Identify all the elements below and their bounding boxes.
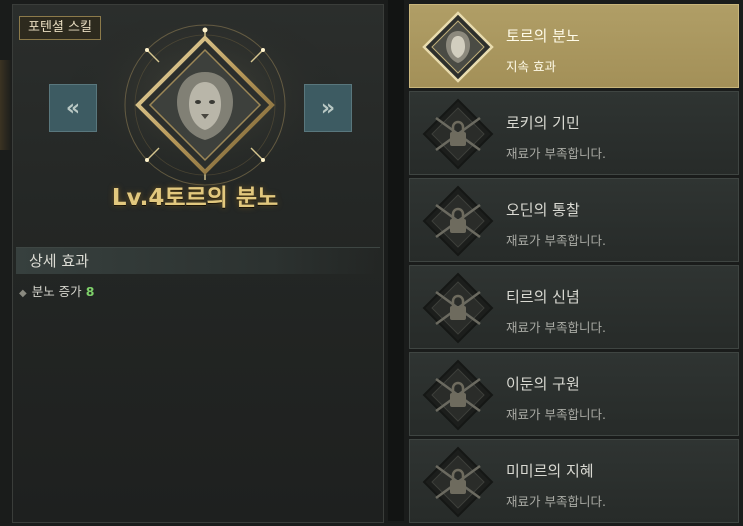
chain-lock-icon (422, 446, 494, 518)
stat-label: 분노 증가 (31, 284, 82, 299)
skill-status: 지속 효과 (506, 59, 556, 74)
skill-name: 토르의 분노 (506, 27, 580, 45)
skill-status: 재료가 부족합니다. (506, 146, 606, 161)
skill-name: 티르의 신념 (506, 288, 580, 306)
skill-name: 로키의 기민 (506, 114, 580, 132)
chain-lock-icon (422, 98, 494, 170)
skill-list: 토르의 분노 지속 효과 로키의 기민 재료가 부족합니다. 오딘의 통찰 재료… (409, 4, 739, 526)
stat-value: 8 (85, 284, 95, 299)
skill-status: 재료가 부족합니다. (506, 320, 606, 335)
next-skill-button[interactable]: » (304, 84, 352, 132)
skill-item-idun[interactable]: 이둔의 구원 재료가 부족합니다. (409, 352, 739, 436)
chain-lock-icon (422, 185, 494, 257)
skill-title: Lv.4토르의 분노 (111, 185, 279, 211)
detail-effect-header: 상세 효과 (16, 247, 380, 274)
skill-name: 오딘의 통찰 (506, 201, 580, 219)
panel-divider (388, 0, 404, 521)
previous-skill-button[interactable]: « (49, 84, 97, 132)
background-edge (0, 60, 12, 150)
skill-status: 재료가 부족합니다. (506, 407, 606, 422)
skill-item-odin[interactable]: 오딘의 통찰 재료가 부족합니다. (409, 178, 739, 262)
skill-item-thor[interactable]: 토르의 분노 지속 효과 (409, 4, 739, 88)
skill-item-mimir[interactable]: 미미르의 지혜 재료가 부족합니다. (409, 439, 739, 523)
skill-name: 미미르의 지혜 (506, 462, 594, 480)
skill-status: 재료가 부족합니다. (506, 233, 606, 248)
bullet-icon: ◆ (19, 288, 27, 299)
skill-item-loki[interactable]: 로키의 기민 재료가 부족합니다. (409, 91, 739, 175)
skill-name: 이둔의 구원 (506, 375, 580, 393)
lion-portrait-icon (422, 11, 494, 83)
chain-lock-icon (422, 359, 494, 431)
skill-item-tyr[interactable]: 티르의 신념 재료가 부족합니다. (409, 265, 739, 349)
skill-status: 재료가 부족합니다. (506, 494, 606, 509)
chain-lock-icon (422, 272, 494, 344)
stat-row: ◆ 분노 증가 8 (19, 281, 94, 300)
